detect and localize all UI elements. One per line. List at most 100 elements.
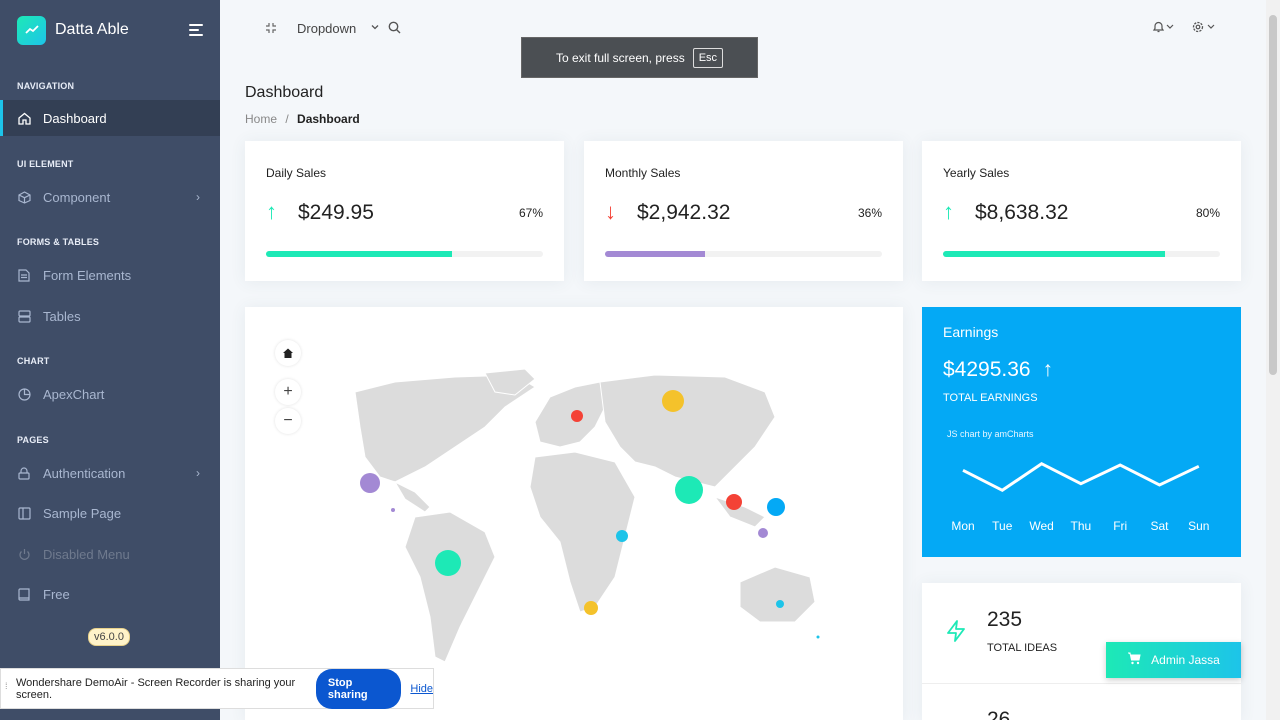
sidebar-header: Datta Able bbox=[0, 0, 220, 60]
europe-shape bbox=[534, 381, 606, 448]
sidebar-item-label: Tables bbox=[43, 308, 81, 324]
earnings-line bbox=[962, 461, 1200, 493]
sidebar: Datta Able NAVIGATION Dashboard UI ELEME… bbox=[0, 0, 220, 720]
map-home-icon[interactable] bbox=[275, 340, 301, 366]
toast-text: To exit full screen, press bbox=[555, 50, 685, 65]
sidebar-icon bbox=[17, 506, 31, 520]
progress-bar bbox=[266, 251, 543, 257]
dropdown-button[interactable]: Dropdown bbox=[297, 21, 356, 36]
sidebar-item-sample-page[interactable]: Sample Page bbox=[0, 495, 220, 531]
sidebar-item-dashboard[interactable]: Dashboard bbox=[0, 100, 220, 136]
sidebar-item-label: Dashboard bbox=[43, 110, 107, 126]
card-title: Yearly Sales bbox=[943, 166, 1010, 180]
sidebar-item-form-elements[interactable]: Form Elements bbox=[0, 257, 220, 293]
card-percent: 67% bbox=[518, 206, 543, 220]
zoom-in-icon[interactable]: + bbox=[275, 379, 301, 405]
sidebar-item-label: Free bbox=[43, 586, 70, 602]
pie-chart-icon bbox=[17, 387, 31, 401]
x-tick-label: Sat bbox=[1150, 519, 1169, 533]
map-bubble[interactable] bbox=[776, 600, 784, 608]
x-tick-label: Tue bbox=[992, 519, 1013, 533]
section-ui-element: UI ELEMENT bbox=[17, 159, 74, 169]
book-icon bbox=[17, 587, 31, 601]
arrow-up-icon: ↑ bbox=[266, 199, 277, 224]
chevron-right-icon: › bbox=[196, 466, 200, 480]
sidebar-item-label: Authentication bbox=[43, 465, 126, 481]
bell-icon[interactable] bbox=[1152, 21, 1174, 36]
breadcrumb: Home / Dashboard bbox=[245, 112, 360, 126]
breadcrumb-current: Dashboard bbox=[297, 112, 360, 126]
sidebar-item-label: Disabled Menu bbox=[43, 546, 130, 562]
search-icon[interactable] bbox=[388, 21, 401, 37]
card-percent: 36% bbox=[857, 206, 882, 220]
cart-icon bbox=[1127, 652, 1141, 668]
progress-fill bbox=[266, 251, 452, 257]
chevron-right-icon: › bbox=[196, 190, 200, 204]
share-text: Wondershare DemoAir - Screen Recorder is… bbox=[16, 676, 296, 701]
sidebar-item-tables[interactable]: Tables bbox=[0, 298, 220, 334]
sidebar-item-component[interactable]: Component › bbox=[0, 179, 220, 215]
sidebar-item-label: Sample Page bbox=[43, 505, 122, 521]
map-bubble[interactable] bbox=[391, 508, 395, 512]
x-tick-label: Fri bbox=[1113, 519, 1128, 533]
sidebar-item-authentication[interactable]: Authentication › bbox=[0, 455, 220, 491]
card-percent: 80% bbox=[1195, 206, 1220, 220]
card-title: Daily Sales bbox=[266, 166, 327, 180]
map-bubble[interactable] bbox=[571, 410, 583, 422]
x-tick-label: Wed bbox=[1029, 519, 1054, 533]
logo-icon[interactable] bbox=[17, 15, 46, 45]
dropdown-label: Dropdown bbox=[297, 21, 357, 36]
zoom-out-icon[interactable]: − bbox=[275, 408, 301, 434]
monthly-sales-card: Monthly Sales ↓ $2,942.32 36% bbox=[584, 141, 903, 281]
scroll-thumb[interactable] bbox=[1269, 15, 1277, 375]
chevron-down-icon[interactable] bbox=[370, 20, 380, 35]
box-icon bbox=[17, 190, 31, 204]
map-bubble[interactable] bbox=[584, 601, 598, 615]
breadcrumb-home[interactable]: Home bbox=[245, 112, 277, 126]
fullscreen-toast: To exit full screen, press Esc bbox=[521, 37, 758, 78]
card-value: $249.95 bbox=[298, 201, 374, 224]
card-title: Monthly Sales bbox=[605, 166, 681, 180]
map-bubble[interactable] bbox=[360, 473, 380, 493]
map-bubble[interactable] bbox=[726, 494, 742, 510]
map-bubble[interactable] bbox=[435, 550, 461, 576]
x-tick-label: Sun bbox=[1188, 519, 1210, 533]
map-bubble[interactable] bbox=[662, 390, 684, 412]
screen-share-bar: ⁞ Wondershare DemoAir - Screen Recorder … bbox=[0, 668, 434, 709]
settings-icon[interactable] bbox=[1192, 21, 1216, 36]
section-chart: CHART bbox=[17, 356, 50, 366]
power-icon bbox=[17, 547, 31, 561]
sidebar-item-label: ApexChart bbox=[43, 386, 105, 402]
daily-sales-card: Daily Sales ↑ $249.95 67% bbox=[245, 141, 564, 281]
map-bubble[interactable] bbox=[616, 530, 628, 542]
arrow-up-icon: ↑ bbox=[943, 199, 954, 224]
map-bubble[interactable] bbox=[758, 528, 768, 538]
progress-bar bbox=[943, 251, 1220, 257]
sidebar-item-free[interactable]: Free bbox=[0, 576, 220, 612]
scrollbar[interactable] bbox=[1266, 0, 1280, 720]
sidebar-item-apexchart[interactable]: ApexChart bbox=[0, 376, 220, 412]
hide-link[interactable]: Hide bbox=[410, 683, 433, 695]
stop-sharing-button[interactable]: Stop sharing bbox=[315, 668, 402, 709]
drag-handle-icon[interactable]: ⁞ bbox=[5, 682, 8, 691]
world-map-card: + − bbox=[245, 307, 903, 720]
world-map[interactable] bbox=[335, 367, 855, 677]
zap-icon bbox=[946, 620, 966, 647]
map-bubble[interactable] bbox=[816, 635, 820, 639]
menu-toggle-icon[interactable] bbox=[189, 24, 203, 36]
version-badge: v6.0.0 bbox=[88, 628, 130, 646]
lock-icon bbox=[17, 466, 31, 480]
section-navigation: NAVIGATION bbox=[17, 81, 75, 91]
section-forms-tables: FORMS & TABLES bbox=[17, 237, 100, 247]
map-bubble[interactable] bbox=[767, 498, 785, 516]
app-name[interactable]: Datta Able bbox=[55, 21, 129, 39]
map-bubble[interactable] bbox=[675, 476, 703, 504]
ideas-value: 235 bbox=[987, 608, 1023, 631]
server-icon bbox=[17, 309, 31, 323]
asia-shape bbox=[599, 374, 776, 488]
fullscreen-icon[interactable] bbox=[265, 22, 277, 37]
x-tick-label: Mon bbox=[951, 519, 975, 533]
sidebar-item-label: Form Elements bbox=[43, 267, 132, 283]
admin-button[interactable]: Admin Jassa bbox=[1106, 642, 1241, 678]
ideas-label: TOTAL IDEAS bbox=[987, 642, 1058, 654]
